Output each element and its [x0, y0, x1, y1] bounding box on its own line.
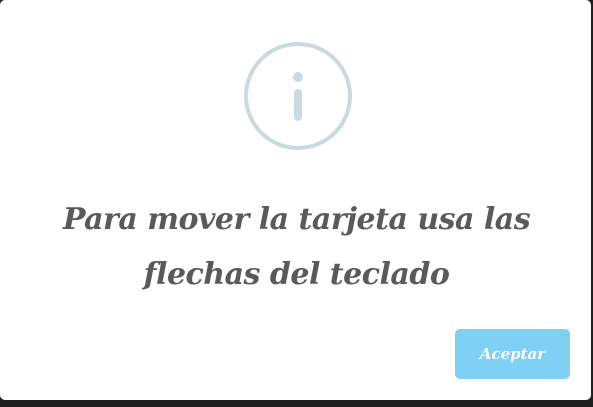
info-icon [244, 42, 352, 150]
accept-button[interactable]: Aceptar [455, 329, 570, 379]
background-bottom [0, 400, 593, 407]
dialog-message: Para mover la tarjeta usa las flechas de… [62, 202, 531, 292]
info-dialog: Para mover la tarjeta usa las flechas de… [0, 0, 591, 400]
